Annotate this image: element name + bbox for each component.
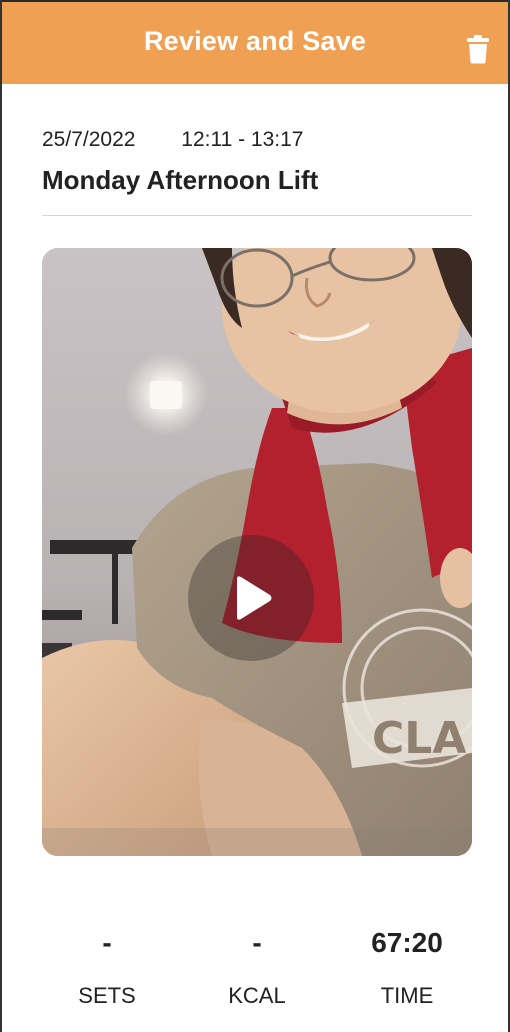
stat-sets: - SETS [32,925,182,1009]
stat-sets-label: SETS [78,983,136,1008]
stat-kcal-label: KCAL [228,983,286,1008]
stat-sets-value: - [102,927,112,958]
play-icon [237,576,272,620]
stat-kcal: - KCAL [182,925,332,1009]
svg-text:CLA: CLA [372,713,466,764]
delete-button[interactable] [466,34,490,64]
divider [42,215,472,216]
video-thumbnail[interactable]: CLA [42,248,472,856]
workout-title[interactable]: Monday Afternoon Lift [42,165,318,196]
stat-time-value: 67:20 [371,927,443,958]
app-header: Review and Save [0,0,510,84]
page-title: Review and Save [143,26,367,56]
play-button[interactable] [188,535,314,661]
workout-time-range: 12:11 - 13:17 [181,128,304,151]
stat-time: 67:20 TIME [332,925,482,1009]
workout-datetime: 25/7/2022 12:11 - 13:17 [42,128,304,152]
stat-kcal-value: - [252,927,262,958]
trash-icon [467,35,489,64]
workout-date: 25/7/2022 [42,128,136,151]
stat-time-label: TIME [380,983,434,1008]
